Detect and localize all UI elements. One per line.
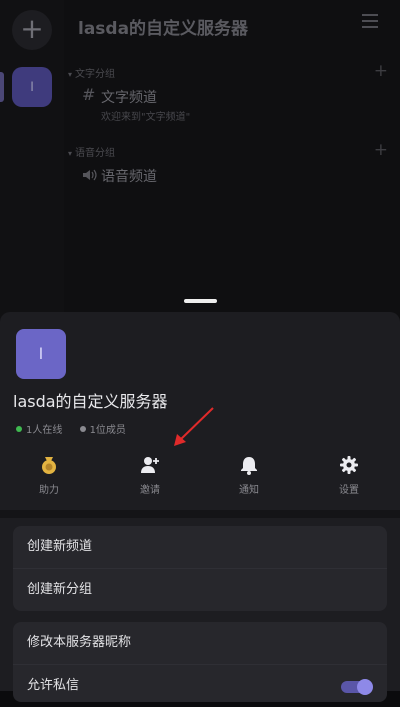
server-header-title[interactable]: lasda的自定义服务器 [78, 14, 248, 39]
gear-icon [340, 456, 358, 474]
annotation-arrow-icon [174, 407, 214, 446]
server-rail: + l [0, 0, 64, 320]
sheet-drag-handle[interactable] [184, 299, 217, 303]
channel-group-voice[interactable]: ▾ 语音分组 [68, 144, 115, 159]
invite-user-icon [141, 457, 159, 473]
speaker-icon [82, 167, 98, 186]
add-channel-icon[interactable]: + [374, 140, 388, 160]
server-icon[interactable]: l [12, 67, 52, 107]
hash-icon: # [82, 85, 96, 104]
boost-medal-icon [42, 457, 56, 474]
create-channel-item[interactable]: 创建新频道 [13, 526, 387, 568]
allow-dm-item[interactable]: 允许私信 [13, 664, 387, 707]
server-menu-card: 修改本服务器昵称 允许私信 [13, 622, 387, 702]
server-name: lasda的自定义服务器 [13, 392, 168, 411]
chevron-down-icon: ▾ [68, 70, 73, 79]
menu-icon[interactable] [362, 14, 378, 32]
create-group-item[interactable]: 创建新分组 [13, 568, 387, 611]
allow-dm-toggle[interactable] [341, 679, 373, 695]
online-count: 1人在线 [16, 425, 62, 436]
notification-button[interactable]: 通知 [219, 455, 279, 496]
online-dot-icon [16, 426, 22, 432]
server-status: 1人在线 1位成员 [16, 421, 140, 436]
add-channel-icon[interactable]: + [374, 61, 388, 81]
settings-button[interactable]: 设置 [319, 455, 379, 496]
member-count: 1位成员 [79, 425, 126, 436]
section-divider [0, 510, 400, 518]
bell-icon [241, 457, 257, 475]
channel-group-text[interactable]: ▾ 文字分组 [68, 65, 115, 80]
selected-server-indicator [0, 72, 4, 102]
invite-button[interactable]: 邀请 [120, 455, 180, 496]
toggle-knob [357, 679, 373, 695]
add-server-button[interactable]: + [12, 10, 52, 50]
action-bar: 助力 邀请 通知 设置 [0, 452, 400, 502]
channel-name[interactable]: 语音频道 [101, 166, 157, 186]
channel-description: 欢迎来到"文字频道" [101, 112, 191, 123]
member-dot-icon [79, 426, 86, 432]
server-avatar: l [16, 329, 66, 379]
edit-nickname-item[interactable]: 修改本服务器昵称 [13, 622, 387, 664]
channel-name[interactable]: 文字频道 [101, 87, 157, 107]
channel-list: lasda的自定义服务器 ▾ 文字分组 + # 文字频道 欢迎来到"文字频道" ▾… [64, 0, 400, 320]
chevron-down-icon: ▾ [68, 149, 73, 158]
server-info-sheet: l lasda的自定义服务器 1人在线 1位成员 助力 邀请 通知 设置 创建新… [0, 312, 400, 702]
boost-button[interactable]: 助力 [19, 455, 79, 496]
channel-menu-card: 创建新频道 创建新分组 [13, 526, 387, 611]
